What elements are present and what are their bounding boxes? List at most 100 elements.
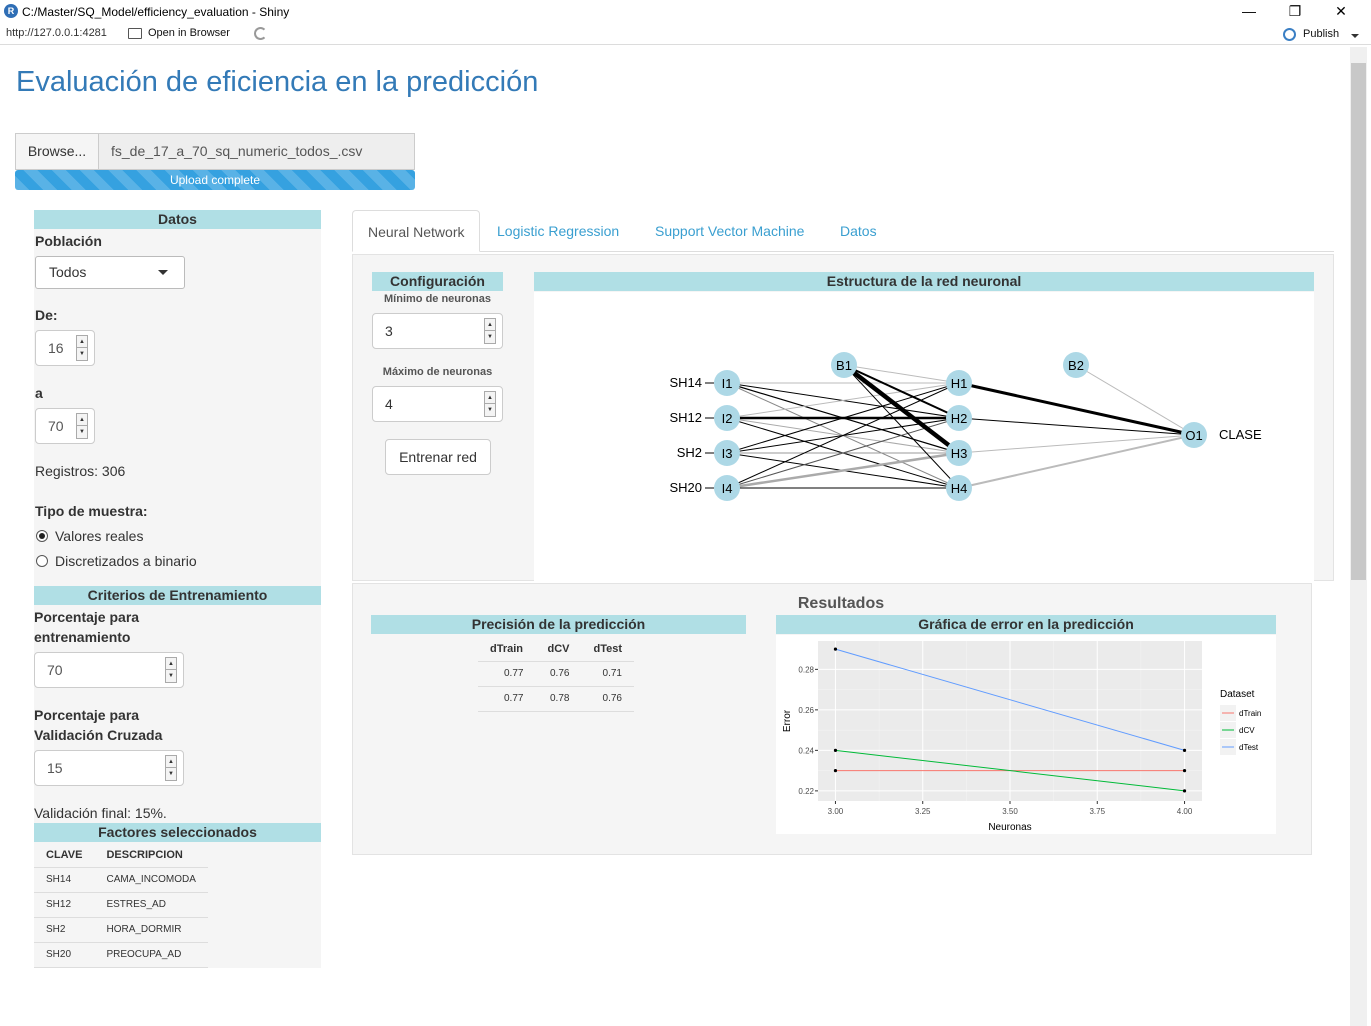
factor-descripcion: CAMA_INCOMODA [94,867,208,893]
table-row: 0.77 0.76 0.71 [478,661,634,687]
max-neuronas-input[interactable]: 4 ▲ ▼ [372,386,503,422]
poblacion-select[interactable]: Todos [35,256,185,289]
y-tick-label: 0.26 [798,706,814,715]
table-row: SH14 CAMA_INCOMODA [34,867,208,893]
min-neuronas-value: 3 [385,323,393,339]
y-tick-label: 0.24 [798,746,814,755]
precision-col-dtest: dTest [581,637,634,662]
porc-entrenamiento-spinner[interactable]: ▲ ▼ [165,657,177,683]
input-var-label: SH14 [669,375,702,390]
hidden-node-label: H1 [951,376,968,391]
factores-col-descripcion: DESCRIPCION [94,843,208,868]
porc-cv-label-1: Porcentaje para [34,707,140,723]
de-numeric-input[interactable]: 16 ▲ ▼ [35,330,95,366]
bias-node-label: B2 [1068,358,1084,373]
factor-clave: SH12 [34,892,95,918]
input-var-label: SH20 [669,480,702,495]
factor-clave: SH20 [34,942,95,968]
open-in-browser-button[interactable]: Open in Browser [148,27,230,39]
tab-datos[interactable]: Datos [825,210,892,252]
radio-discretizados-label[interactable]: Discretizados a binario [55,553,197,569]
datos-header: Datos [34,210,321,229]
x-tick-label: 3.50 [1002,807,1018,816]
resultados-title: Resultados [797,595,885,612]
precision-cell: 0.76 [581,686,634,712]
window-title: C:/Master/SQ_Model/efficiency_evaluation… [22,5,290,19]
refresh-icon[interactable] [254,27,267,40]
legend-title: Dataset [1220,689,1255,700]
max-neuronas-value: 4 [385,396,393,412]
radio-discretizados[interactable] [36,555,48,567]
estructura-header: Estructura de la red neuronal [534,272,1314,291]
y-tick-label: 0.22 [798,787,814,796]
legend-label: dCV [1239,726,1255,735]
min-neuronas-input[interactable]: 3 ▲ ▼ [372,313,503,349]
porc-entrenamiento-input[interactable]: 70 ▲ ▼ [34,652,184,688]
legend-label: dTrain [1239,709,1261,718]
min-neuronas-spinner[interactable]: ▲ ▼ [484,318,496,344]
network-plot-area: SH14 SH12 SH2 SH20 I1 I2 I3 I4 B1 H1 H2 … [534,292,1314,592]
data-point [1182,789,1187,793]
upload-progress-bar: Upload complete [15,170,415,190]
porc-cv-spinner[interactable]: ▲ ▼ [165,755,177,781]
tab-support-vector-machine[interactable]: Support Vector Machine [640,210,819,252]
tab-logistic-regression[interactable]: Logistic Regression [482,210,634,252]
tipo-muestra-label: Tipo de muestra: [35,503,148,519]
publish-dropdown-icon[interactable] [1351,34,1359,38]
publish-button[interactable]: Publish [1303,28,1339,40]
y-axis-title: Error [782,709,793,732]
error-chart-header: Gráfica de error en la predicción [776,615,1276,634]
factor-clave: SH2 [34,917,95,943]
a-numeric-input[interactable]: 70 ▲ ▼ [35,408,95,444]
porc-entrenamiento-label-1: Porcentaje para [34,609,140,625]
publish-icon [1283,28,1296,41]
factores-table: CLAVE DESCRIPCION SH14 CAMA_INCOMODA SH12… [34,843,208,968]
de-spinner[interactable]: ▲ ▼ [76,335,88,361]
radio-valores-reales-label[interactable]: Valores reales [55,528,143,544]
data-point [1182,748,1187,752]
input-node-label: I4 [722,481,733,496]
poblacion-label: Población [35,233,102,249]
max-neuronas-spinner[interactable]: ▲ ▼ [484,391,496,417]
close-button[interactable]: ✕ [1318,0,1364,24]
a-value: 70 [48,418,64,434]
radio-valores-reales[interactable] [36,530,48,542]
criterios-header: Criterios de Entrenamiento [34,586,321,605]
table-row: SH12 ESTRES_AD [34,892,208,918]
x-tick-label: 3.25 [915,807,931,816]
max-neuronas-label: Máximo de neuronas [382,366,493,378]
input-var-label: SH2 [677,445,702,460]
data-point [833,769,838,773]
data-point [1182,769,1187,773]
tab-neural-network[interactable]: Neural Network [352,210,481,252]
input-node-label: I2 [722,411,733,426]
browse-button[interactable]: Browse... [15,133,99,170]
porc-cv-input[interactable]: 15 ▲ ▼ [34,750,184,786]
table-row: 0.77 0.78 0.76 [478,686,634,712]
output-var-label: CLASE [1219,427,1262,442]
hidden-node-label: H4 [951,481,968,496]
x-tick-label: 4.00 [1177,807,1193,816]
precision-cell: 0.77 [478,686,536,712]
a-label: a [35,385,43,401]
x-tick-label: 3.00 [828,807,844,816]
chevron-down-icon [158,270,168,275]
x-axis-title: Neuronas [988,822,1031,833]
hidden-node-label: H2 [951,411,968,426]
poblacion-select-value: Todos [49,264,87,280]
precision-header: Precisión de la predicción [371,615,746,634]
precision-cell: 0.78 [535,686,582,712]
restore-button[interactable]: ❐ [1272,0,1318,24]
precision-cell: 0.71 [581,661,634,687]
configuracion-header: Configuración [372,272,503,291]
r-logo-icon: R [4,4,18,18]
entrenar-red-button[interactable]: Entrenar red [385,439,491,475]
scrollbar-thumb[interactable] [1351,63,1366,580]
factor-clave: SH14 [34,867,95,893]
url-text[interactable]: http://127.0.0.1:4281 [6,27,107,39]
factor-descripcion: ESTRES_AD [94,892,208,918]
x-tick-label: 3.75 [1089,807,1105,816]
input-node-label: I3 [722,446,733,461]
a-spinner[interactable]: ▲ ▼ [76,413,88,439]
minimize-button[interactable]: — [1226,0,1272,24]
